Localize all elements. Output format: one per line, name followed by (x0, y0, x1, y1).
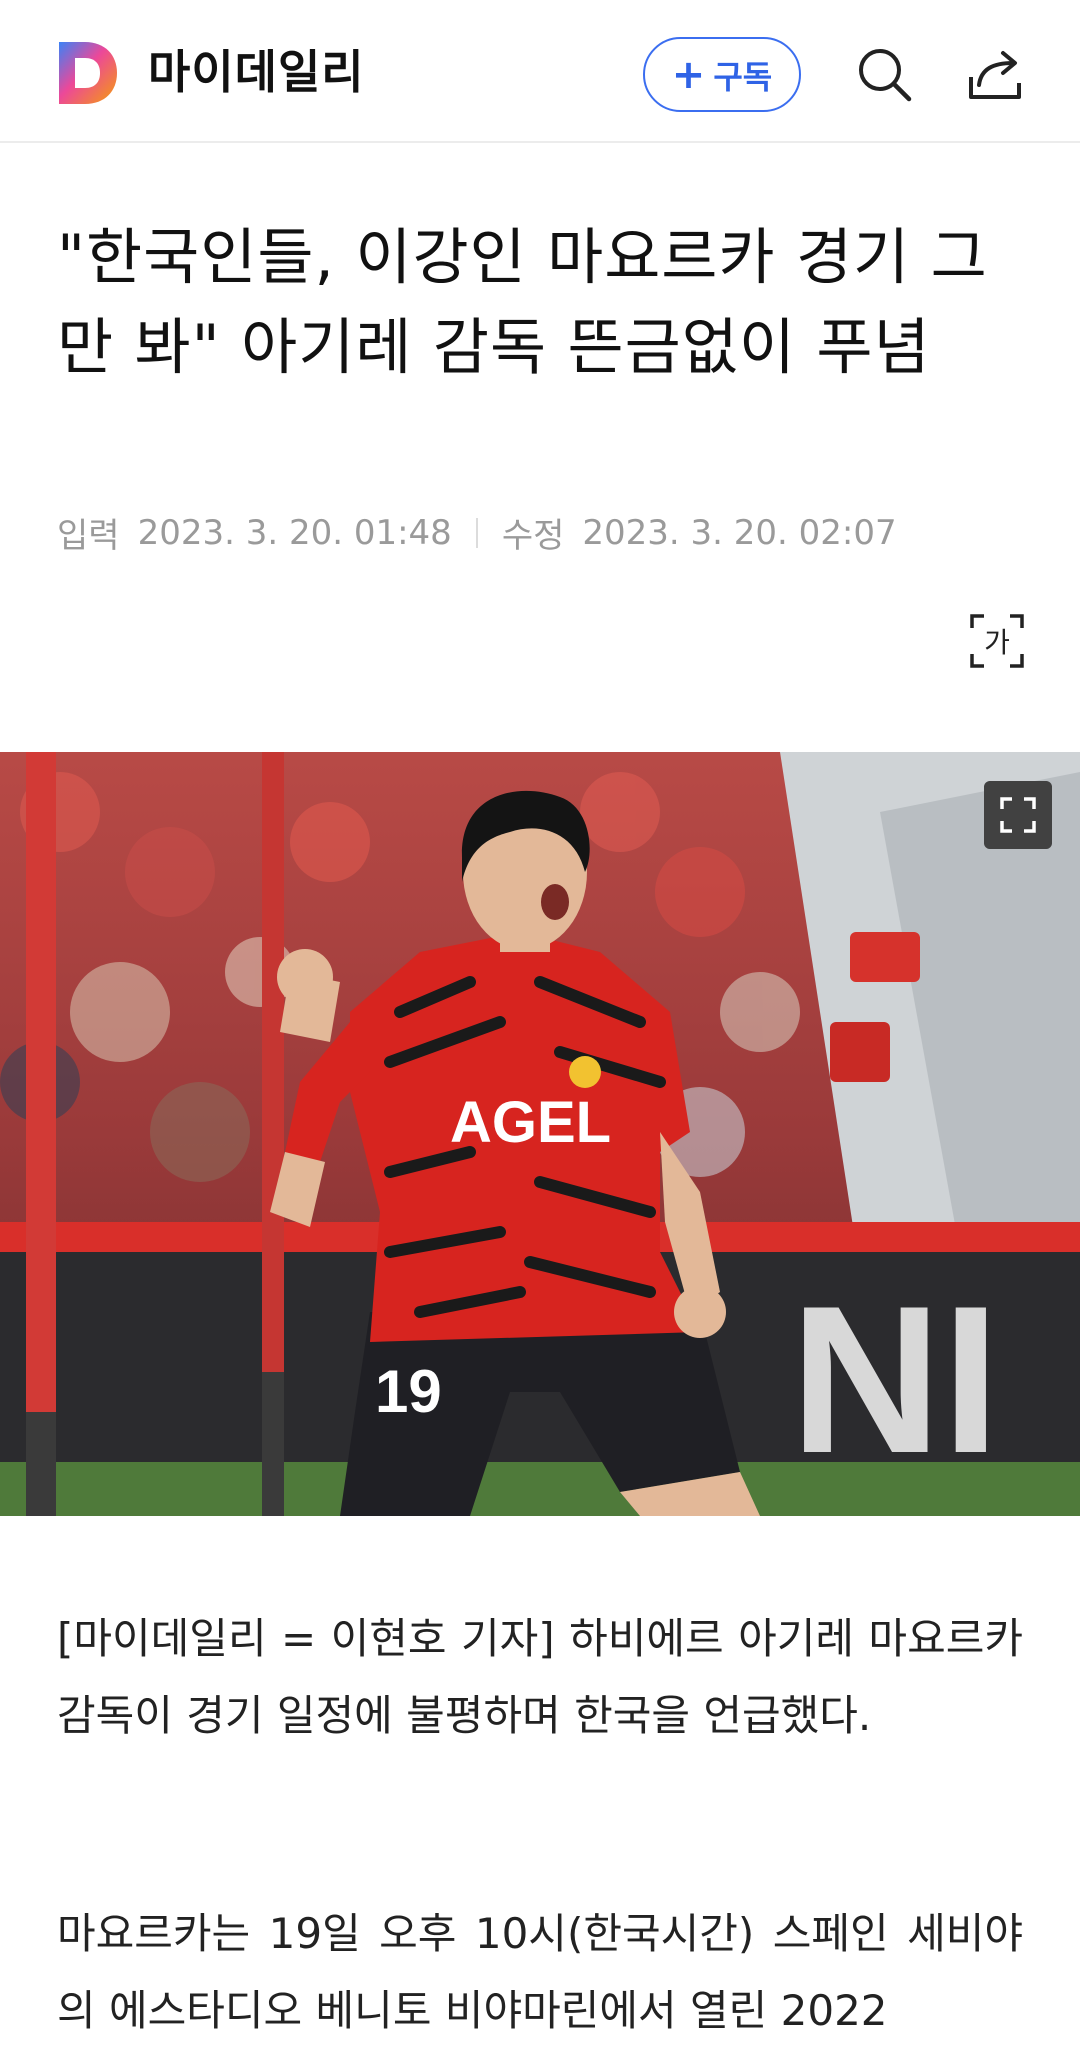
jersey-number: 19 (375, 1358, 442, 1425)
expand-image-icon[interactable] (984, 781, 1052, 849)
plus-icon: + (671, 51, 706, 98)
input-time: 2023. 3. 20. 01:48 (137, 512, 452, 553)
article-paragraph: [마이데일리 = 이현호 기자] 하비에르 아기레 마요르카 감독이 경기 일정… (57, 1614, 1023, 1740)
article-photo[interactable]: NI AGEL 19 (0, 752, 1080, 1516)
edit-label: 수정 (501, 516, 565, 556)
meta-divider (475, 517, 478, 548)
font-size-icon[interactable]: 가 (968, 612, 1026, 670)
edit-time: 2023. 3. 20. 02:07 (582, 512, 897, 553)
article-meta: 입력 2023. 3. 20. 01:48 수정 2023. 3. 20. 02… (57, 508, 897, 557)
article-paragraph: 마요르카는 19일 오후 10시(한국시간) 스페인 세비야의 에스타디오 베니… (57, 1909, 1023, 2035)
font-size-icon-text: 가 (984, 626, 1010, 659)
jersey-sponsor: AGEL (450, 1090, 611, 1155)
subscribe-button[interactable]: + 구독 (643, 37, 801, 112)
daum-logo-icon[interactable] (55, 40, 119, 106)
brand-name[interactable]: 마이데일리 (148, 44, 365, 100)
article-title: "한국인들, 이강인 마요르카 경기 그만 봐" 아기레 감독 뜬금없이 푸념 (57, 222, 988, 383)
search-icon[interactable] (855, 45, 915, 105)
board-text: NI (790, 1262, 1000, 1497)
input-label: 입력 (57, 516, 120, 556)
share-icon[interactable] (965, 45, 1025, 105)
subscribe-label: 구독 (713, 57, 773, 96)
top-header: 마이데일리 + 구독 (0, 0, 1080, 143)
